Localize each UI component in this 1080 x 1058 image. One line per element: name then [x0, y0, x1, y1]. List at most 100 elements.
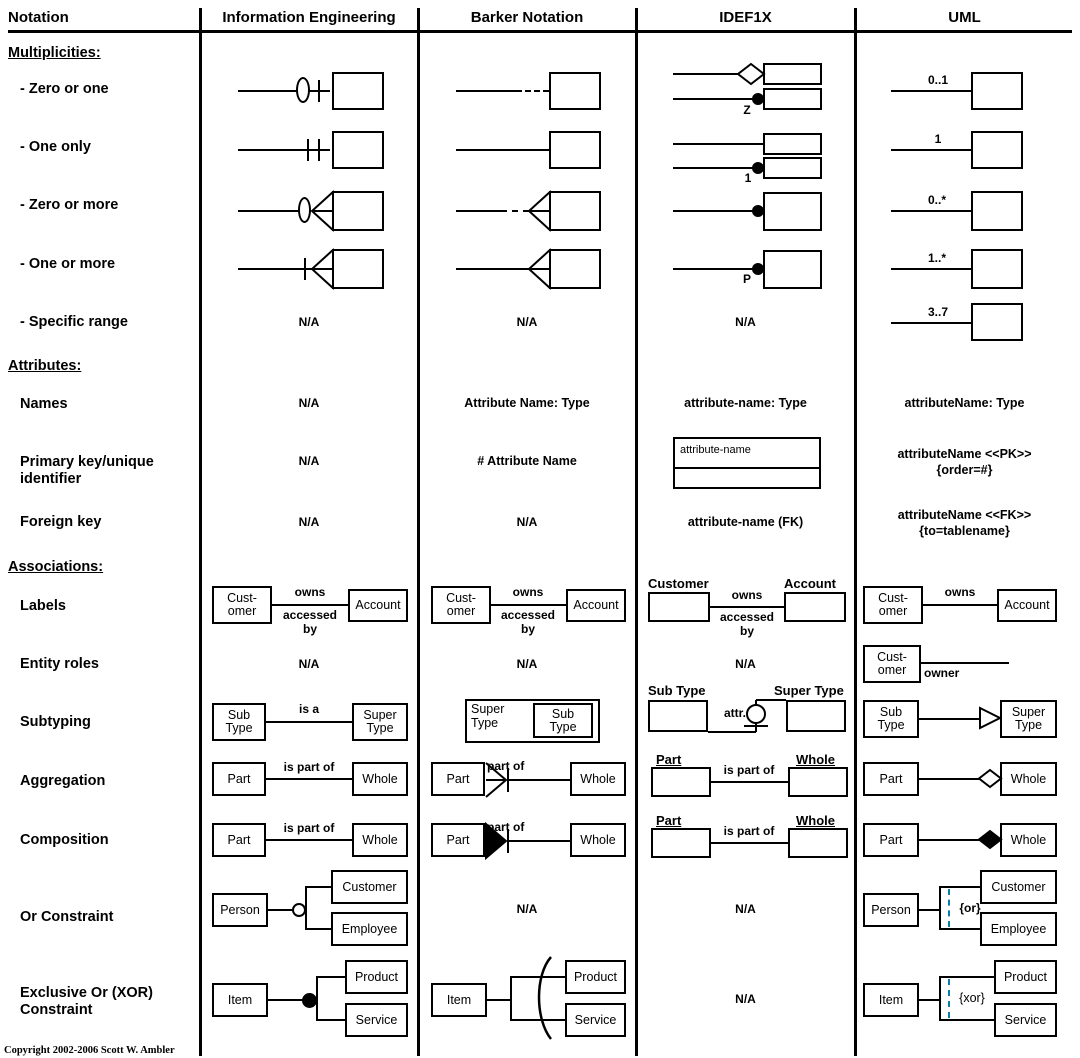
uml-aggregation-diamond-icon	[977, 768, 1003, 789]
entity-name: Customer	[342, 879, 397, 894]
entity-name: Item	[446, 992, 472, 1007]
uml-aggregation-part-entity: Part	[863, 762, 919, 796]
entity-name-line1: Sub	[551, 706, 575, 721]
entity-name: Part	[879, 832, 903, 847]
row-label-one-or-more: - One or more	[20, 256, 116, 272]
row-label-zero-or-one: - Zero or one	[20, 81, 109, 97]
uml-one-only-line	[891, 149, 971, 151]
ie-composition-label: is part of	[283, 821, 335, 835]
uml-labels-account-entity: Account	[997, 589, 1057, 622]
ie-subtyping-isa-label: is a	[298, 702, 319, 716]
ie-aggregation-part-entity: Part	[212, 762, 266, 796]
uml-zero-or-one-multiplicity: 0..1	[927, 73, 948, 87]
ie-entity-roles-na: N/A	[298, 657, 320, 671]
idef1x-composition-part-name: Part	[656, 813, 682, 828]
idef1x-one-only-entity-a	[763, 133, 822, 155]
ie-xor-branch-bottom	[317, 1019, 345, 1021]
ie-labels-account-entity: Account	[348, 589, 408, 622]
idef1x-aggregation-whole-entity	[788, 767, 848, 797]
ie-one-only-tick-1	[307, 139, 309, 161]
column-header-ie: Information Engineering	[222, 9, 396, 26]
barker-primary-key-text: # Attribute Name	[477, 454, 577, 468]
entity-name-line2: Type	[877, 718, 905, 732]
entity-name: Customer	[991, 879, 1046, 894]
barker-composition-whole-entity: Whole	[570, 823, 626, 857]
entity-name-line2: Type	[366, 721, 394, 735]
barker-aggregation-part-entity: Part	[431, 762, 485, 796]
ie-or-customer-entity: Customer	[331, 870, 408, 904]
entity-name-line2: Type	[225, 721, 253, 735]
ie-xor-product-entity: Product	[345, 960, 408, 994]
uml-aggregation-line	[919, 778, 981, 780]
ie-zero-or-one-line	[238, 90, 330, 92]
ie-zero-or-one-entity	[332, 72, 384, 110]
entity-name: Account	[1004, 598, 1050, 612]
ie-one-or-more-tick	[304, 258, 306, 280]
uml-zero-or-more-entity	[971, 191, 1023, 231]
row-label-xor-constraint: Exclusive Or (XOR) Constraint	[20, 985, 153, 1018]
row-label-primary-key: Primary key/unique identifier	[20, 454, 154, 487]
idef1x-composition-whole-name: Whole	[796, 813, 835, 828]
entity-name: Item	[878, 992, 904, 1007]
entity-name: Employee	[341, 921, 398, 936]
uml-subtyping-line	[919, 718, 981, 720]
idef1x-aggregation-label: is part of	[723, 763, 775, 777]
ie-names-na: N/A	[298, 396, 320, 410]
barker-zero-or-one-dash	[516, 90, 549, 92]
ie-aggregation-whole-entity: Whole	[352, 762, 408, 796]
barker-one-or-more-line	[456, 268, 531, 270]
idef1x-zero-or-more-line	[673, 210, 755, 212]
ie-xor-item-entity: Item	[212, 983, 268, 1017]
uml-one-or-more-entity	[971, 249, 1023, 289]
ie-or-person-entity: Person	[212, 893, 268, 927]
row-label-entity-roles: Entity roles	[20, 656, 99, 672]
ie-composition-line	[266, 839, 352, 841]
header-underline	[8, 30, 1072, 33]
column-header-notation: Notation	[8, 9, 69, 26]
entity-name: Account	[355, 598, 401, 612]
ie-zero-or-more-crowsfoot	[310, 190, 335, 232]
entity-name-line2: Type	[549, 719, 577, 734]
ie-specific-range-na: N/A	[298, 315, 320, 329]
ie-or-branch-top	[306, 886, 331, 888]
barker-zero-or-more-dash	[501, 210, 529, 212]
column-divider-1	[199, 8, 202, 1056]
idef1x-subtyping-sub-entity	[648, 700, 708, 732]
ie-xor-filled-dot-icon	[302, 993, 317, 1008]
uml-composition-whole-entity: Whole	[1000, 823, 1057, 857]
uml-aggregation-whole-entity: Whole	[1000, 762, 1057, 796]
column-header-uml: UML	[948, 9, 981, 26]
barker-aggregation-line	[507, 779, 570, 781]
uml-entity-roles-owner-label: owner	[924, 666, 960, 680]
ie-or-circle-icon	[292, 903, 306, 917]
entity-name: Whole	[362, 771, 398, 786]
ie-labels-accessed-label-line1: accessed	[282, 608, 338, 622]
row-label-composition: Composition	[20, 832, 109, 848]
ie-one-only-entity	[332, 131, 384, 169]
entity-name: Service	[574, 1012, 617, 1027]
idef1x-labels-customer-entity	[648, 592, 710, 622]
barker-zero-or-one-solid	[456, 90, 516, 92]
idef1x-one-only-entity-b	[763, 157, 822, 179]
barker-specific-range-na: N/A	[516, 315, 538, 329]
idef1x-zero-or-one-entity-b	[763, 88, 822, 110]
uml-specific-range-line	[891, 322, 971, 324]
ie-subtyping-line	[266, 721, 352, 723]
idef1x-zero-or-more-dot	[752, 205, 764, 217]
idef1x-foreign-key-text: attribute-name (FK)	[687, 515, 804, 529]
ie-xor-branch-top	[317, 976, 345, 978]
barker-labels-association-line	[491, 604, 566, 606]
uml-xor-constraint-label: {xor}	[959, 991, 985, 1005]
ie-or-branch-vertical	[305, 886, 307, 930]
idef1x-or-na: N/A	[735, 902, 756, 916]
uml-xor-branch-bottom	[939, 1019, 994, 1021]
uml-labels-customer-entity: Cust- omer	[863, 586, 923, 624]
idef1x-zero-or-one-line-b	[673, 98, 755, 100]
barker-xor-item-entity: Item	[431, 983, 487, 1017]
idef1x-composition-label: is part of	[723, 824, 775, 838]
ie-labels-owns-label: owns	[294, 585, 326, 599]
uml-foreign-key-line1: attributeName <<FK>>	[897, 508, 1032, 522]
idef1x-composition-line	[711, 842, 788, 844]
entity-name-line2: Type	[1014, 718, 1043, 732]
uml-primary-key-line1: attributeName <<PK>>	[897, 447, 1032, 461]
